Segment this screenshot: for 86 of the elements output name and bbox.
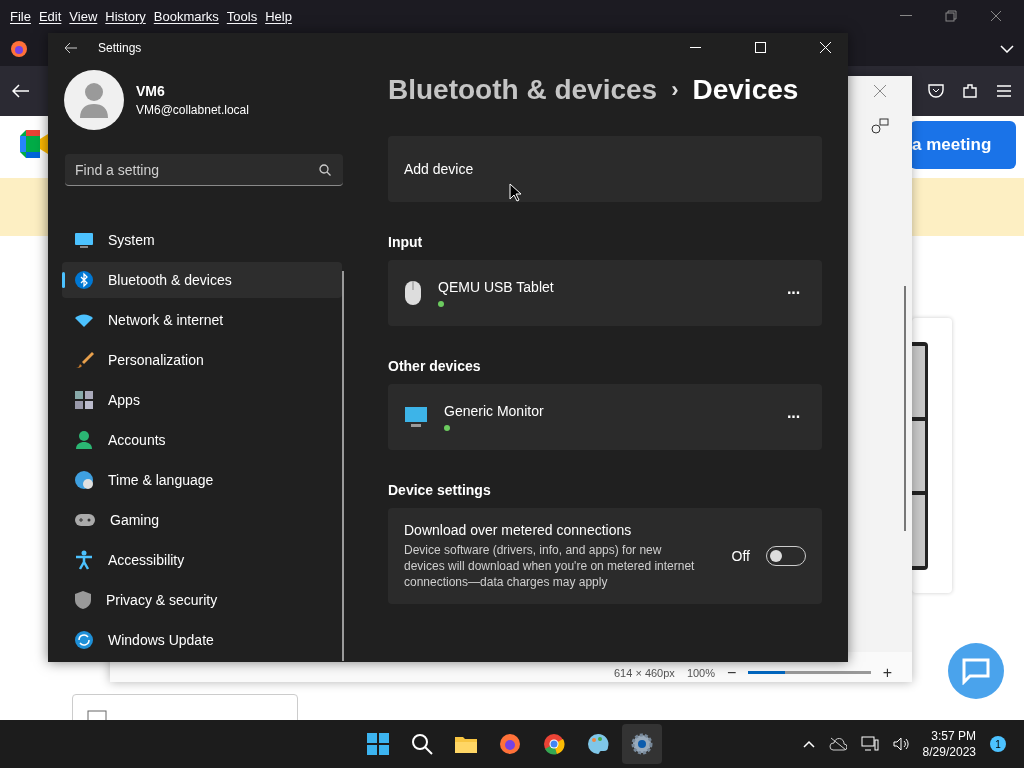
notification-badge[interactable]: 1 <box>990 736 1006 752</box>
more-button[interactable]: ··· <box>781 407 806 427</box>
nav-item[interactable]: Bluetooth & devices <box>62 262 342 298</box>
image-dimensions: 614 × 460px <box>614 667 675 679</box>
update-icon <box>74 630 94 650</box>
zoom-slider[interactable] <box>748 671 871 674</box>
mouse-icon <box>404 280 422 306</box>
breadcrumb-separator: › <box>671 77 679 103</box>
toggle-state-label: Off <box>731 548 750 564</box>
nav-item[interactable]: Network & internet <box>62 302 342 338</box>
gamepad-icon <box>74 512 96 528</box>
section-heading: Input <box>388 234 424 250</box>
section-heading: Other devices <box>388 358 482 374</box>
clock-time[interactable]: 3:57 PM <box>931 729 976 743</box>
nav-item[interactable]: Apps <box>62 382 342 418</box>
network-icon[interactable] <box>860 736 879 752</box>
monitor-icon <box>404 406 428 428</box>
back-arrow-icon[interactable] <box>64 41 78 54</box>
chat-icon <box>961 657 991 685</box>
minimize-icon[interactable] <box>690 46 701 49</box>
zoom-out-button[interactable]: − <box>727 667 737 679</box>
shield-icon <box>74 590 92 610</box>
pocket-icon[interactable] <box>928 83 944 99</box>
chevron-down-icon[interactable] <box>1000 45 1014 53</box>
status-dot-icon <box>438 301 444 307</box>
menu-item[interactable]: Tools <box>222 8 262 24</box>
user-name: VM6 <box>136 83 166 99</box>
maximize-icon[interactable] <box>755 42 766 53</box>
menu-item[interactable]: View <box>65 8 102 24</box>
folder-icon <box>454 734 478 754</box>
menu-item[interactable]: History <box>101 8 150 24</box>
nav-item[interactable]: Accounts <box>62 422 342 458</box>
browser-logo-icon <box>10 40 28 58</box>
search-field[interactable]: Find a setting <box>65 154 343 186</box>
nav-item[interactable]: Accessibility <box>62 542 342 578</box>
nav-item[interactable]: Privacy & security <box>62 582 342 618</box>
setting-description: Device software (drivers, info, and apps) for new devices will download when you're on metered internet connections—data charges may apply <box>404 542 696 590</box>
section-heading: Device settings <box>388 482 492 498</box>
menu-item[interactable]: Bookmarks <box>149 8 223 24</box>
new-meeting-button[interactable]: a meeting <box>910 121 1016 169</box>
display-icon <box>74 232 94 248</box>
taskbar-app[interactable] <box>622 724 662 764</box>
menu-item[interactable]: Help <box>261 8 296 24</box>
window-title: Settings <box>98 40 142 55</box>
search-icon <box>319 164 331 176</box>
globe-clock-icon <box>74 470 94 490</box>
browser-logo-icon <box>499 733 521 755</box>
nav-item[interactable]: System <box>62 222 342 258</box>
mouse-pointer-icon <box>509 183 521 202</box>
add-device-row[interactable]: Add device <box>388 136 822 202</box>
accessibility-icon <box>74 550 94 570</box>
apps-icon <box>74 390 94 410</box>
page-title: Devices <box>692 74 799 106</box>
breadcrumb-link[interactable]: Bluetooth & devices <box>388 74 658 106</box>
chat-bubbles-icon[interactable] <box>871 118 889 134</box>
cloud-off-icon[interactable] <box>828 737 847 751</box>
zoom-level: 100% <box>686 667 715 679</box>
device-name: Generic Monitor <box>444 403 545 419</box>
person-silhouette-icon <box>79 82 109 118</box>
device-name: QEMU USB Tablet <box>438 279 555 295</box>
nav-item[interactable]: Personalization <box>62 342 342 378</box>
menu-item[interactable]: Edit <box>34 8 66 24</box>
windows-logo-icon <box>367 733 389 755</box>
search-icon <box>411 733 433 755</box>
bluetooth-icon <box>74 270 94 290</box>
chevron-up-icon[interactable] <box>802 740 815 748</box>
user-email: VM6@collabnet.local <box>136 103 249 117</box>
setting-title: Download over metered connections <box>404 522 633 538</box>
menu-icon[interactable] <box>996 84 1012 98</box>
chat-button[interactable] <box>948 643 1004 699</box>
nav-item[interactable]: Windows Update <box>62 622 342 658</box>
puzzle-icon[interactable] <box>962 83 978 99</box>
person-icon <box>74 430 94 450</box>
chrome-icon <box>543 733 565 755</box>
more-button[interactable]: ··· <box>781 283 806 303</box>
nav-item[interactable]: Time & language <box>62 462 342 498</box>
status-dot-icon <box>444 425 450 431</box>
wifi-icon <box>74 312 94 328</box>
palette-icon <box>587 733 609 755</box>
restore-icon[interactable] <box>944 10 957 22</box>
nav-item[interactable]: Gaming <box>62 502 342 538</box>
volume-icon[interactable] <box>892 737 909 751</box>
menu-item[interactable]: File <box>6 8 35 24</box>
clock-date[interactable]: 8/29/2023 <box>922 745 976 759</box>
zoom-in-button[interactable]: + <box>882 667 892 679</box>
gear-icon <box>631 733 653 755</box>
